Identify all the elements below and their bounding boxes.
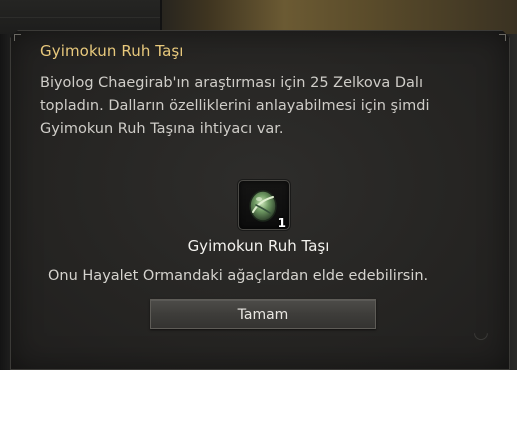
dialog-title: Gyimokun Ruh Taşı <box>40 42 184 60</box>
dialog-body-line: topladın. Dalların özelliklerini anlayab… <box>40 98 430 114</box>
dialog-body-line: Gyimokun Ruh Taşına ihtiyacı var. <box>40 121 284 137</box>
game-scene: Gyimokun Ruh Taşı Biyolog Chaegirab'ın a… <box>0 0 517 370</box>
background-top <box>0 0 517 34</box>
reward-item-slot[interactable]: 1 <box>238 180 290 230</box>
background-plank <box>0 0 162 34</box>
background-glyph: ◡ <box>474 322 488 343</box>
dialog-body: Biyolog Chaegirab'ın araştırması için 25… <box>40 72 480 141</box>
dialog-corner-ornament <box>14 34 21 41</box>
reward-item-name: Gyimokun Ruh Taşı <box>187 237 330 255</box>
item-count: 1 <box>277 216 286 230</box>
spirit-stone-icon <box>249 190 277 222</box>
background-left-edge <box>0 34 10 370</box>
dialog-hint: Onu Hayalet Ormandaki ağaçlardan elde ed… <box>48 268 429 284</box>
dialog-body-line: Biyolog Chaegirab'ın araştırması için 25… <box>40 75 423 91</box>
confirm-button[interactable]: Tamam <box>150 299 376 329</box>
dialog-corner-ornament <box>499 34 506 41</box>
